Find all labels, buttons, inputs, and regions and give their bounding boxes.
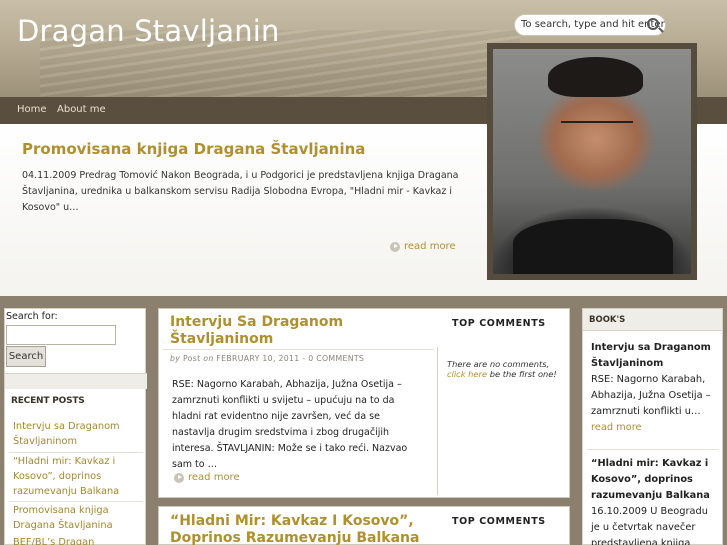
featured-read-more-label: read more [404,241,456,252]
arrow-right-icon [174,472,184,483]
post-title[interactable]: Intervju Sa Draganom Štavljaninom [170,314,420,348]
featured-read-more[interactable]: read more [390,241,456,252]
author-portrait-image [493,49,691,274]
post-read-more-label: read more [188,472,240,483]
author-photo [487,43,697,280]
left-sidebar: Search for: Search RECENT POSTS Intervju… [4,308,147,545]
books-heading: BOOK'S [589,315,626,325]
book-entry-title[interactable]: Intervju sa Draganom Štavljaninom [591,340,719,372]
right-sidebar: BOOK'S Intervju sa Draganom Štavljaninom… [582,308,723,545]
sidebar-search-button[interactable]: Search [6,346,46,367]
arrow-right-icon [390,241,400,252]
book-read-more[interactable]: read more [591,422,642,433]
book-entry-text: RSE: Nagorno Karabah, Abhazija, Južna Os… [591,374,711,433]
top-comments-heading: TOP COMMENTS [452,516,546,527]
nav-about-me[interactable]: About me [57,104,106,115]
book-entry-text: 16.10.2009 U Beogradu je u četvrtak nave… [591,506,708,545]
featured-excerpt: 04.11.2009 Predrag Tomović Nakon Beograd… [22,170,459,213]
top-comments-heading: TOP COMMENTS [452,318,546,329]
recent-post-link[interactable]: “Hladni mir: Kavkaz i Kosovo”, doprinos … [13,454,143,499]
post-read-more[interactable]: read more [174,472,240,483]
post-card: Intervju Sa Draganom Štavljaninom by Pos… [158,308,570,498]
featured-title[interactable]: Promovisana knjiga Dragana Štavljanina [22,140,365,158]
recent-post-link[interactable]: BEF/BL’s Dragan Štavljanin [13,535,143,545]
sidebar-search-label: Search for: [6,311,58,322]
post-excerpt: RSE: Nagorno Karabah, Abhazija, Južna Os… [172,379,408,470]
site-title[interactable]: Dragan Stavljanin [17,14,280,48]
header-search-input[interactable]: To search, type and hit enter [514,14,666,36]
recent-post-link[interactable]: Intervju sa Draganom Štavljaninom [13,419,143,449]
post-title[interactable]: “Hladni Mir: Kavkaz I Kosovo”, Doprinos … [170,513,430,545]
header-search-placeholder: To search, type and hit enter [521,19,665,30]
search-icon[interactable] [647,18,659,30]
click-here-link[interactable]: click here [447,369,487,379]
post-meta: by Post on FEBRUARY 10, 2011 - 0 COMMENT… [170,354,365,363]
no-comments-note: There are no comments, click here be the… [447,359,557,379]
book-entry-title[interactable]: “Hladni mir: Kavkaz i Kosovo”, doprinos … [591,456,719,504]
recent-post-link[interactable]: Promovisana knjiga Dragana Štavljanina [13,503,143,533]
sidebar-search-input[interactable] [6,325,116,345]
post-card: “Hladni Mir: Kavkaz I Kosovo”, Doprinos … [158,506,570,545]
recent-posts-heading: RECENT POSTS [11,396,85,406]
nav-home[interactable]: Home [17,104,47,115]
